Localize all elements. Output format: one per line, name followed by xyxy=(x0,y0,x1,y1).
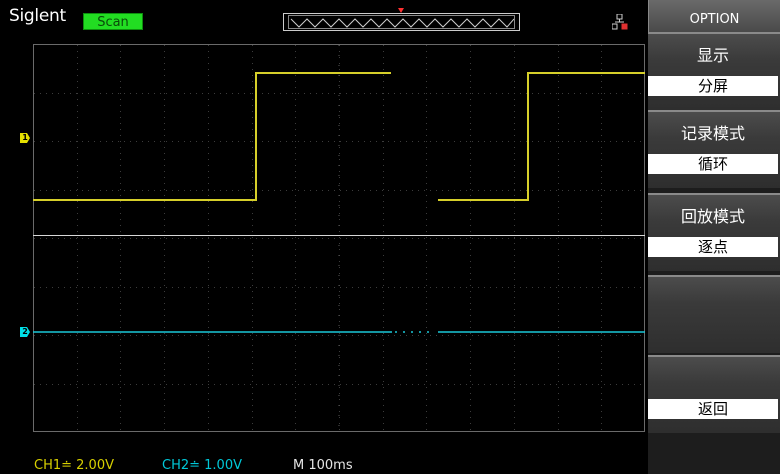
menu-item-empty[interactable] xyxy=(648,275,780,353)
brand-label: Siglent xyxy=(9,6,66,26)
trigger-position-marker xyxy=(398,8,404,13)
menu-item-value: 分屏 xyxy=(648,76,778,96)
ch1-trace xyxy=(438,72,645,201)
menu-item-title: 记录模式 xyxy=(680,124,745,143)
ch2-scale-label: CH2≐ 1.00V xyxy=(162,458,242,473)
top-status-bar: Siglent Scan xyxy=(0,0,648,32)
timebase-label: M 100ms xyxy=(293,458,353,473)
ch1-marker[interactable]: 1 xyxy=(20,133,30,143)
ch2-marker[interactable]: 2 xyxy=(20,327,30,337)
menu-item-record-mode[interactable]: 记录模式 循环 xyxy=(648,110,780,188)
back-button-label: 返回 xyxy=(648,399,778,419)
menu-item-playback-mode[interactable]: 回放模式 逐点 xyxy=(648,193,780,271)
ch1-scale-label: CH1≐ 2.00V xyxy=(34,458,114,473)
bottom-info-bar: CH1≐ 2.00V CH2≐ 1.00V M 100ms xyxy=(0,440,648,474)
memory-depth-indicator xyxy=(283,13,520,31)
menu-item-back[interactable]: 返回 xyxy=(648,355,780,433)
waveform-display xyxy=(33,44,645,432)
menu-item-value: 循环 xyxy=(648,154,778,174)
menu-item-display[interactable]: 显示 分屏 xyxy=(648,32,780,110)
oscilloscope-screen: Siglent Scan 1 2 CH1≐ 2.00V CH2≐ 1.00V M… xyxy=(0,0,780,474)
memory-waveform-preview xyxy=(288,15,515,29)
acquisition-status-badge: Scan xyxy=(83,13,143,30)
menu-item-value: 逐点 xyxy=(648,237,778,257)
ch1-trace xyxy=(33,72,391,201)
graticule xyxy=(33,44,645,432)
menu-header: OPTION xyxy=(648,0,780,32)
softkey-menu: OPTION 显示 分屏 记录模式 循环 回放模式 逐点 返回 xyxy=(648,0,780,474)
network-icon xyxy=(612,14,628,30)
menu-item-title: 显示 xyxy=(696,46,729,65)
menu-item-title: 回放模式 xyxy=(680,207,745,226)
